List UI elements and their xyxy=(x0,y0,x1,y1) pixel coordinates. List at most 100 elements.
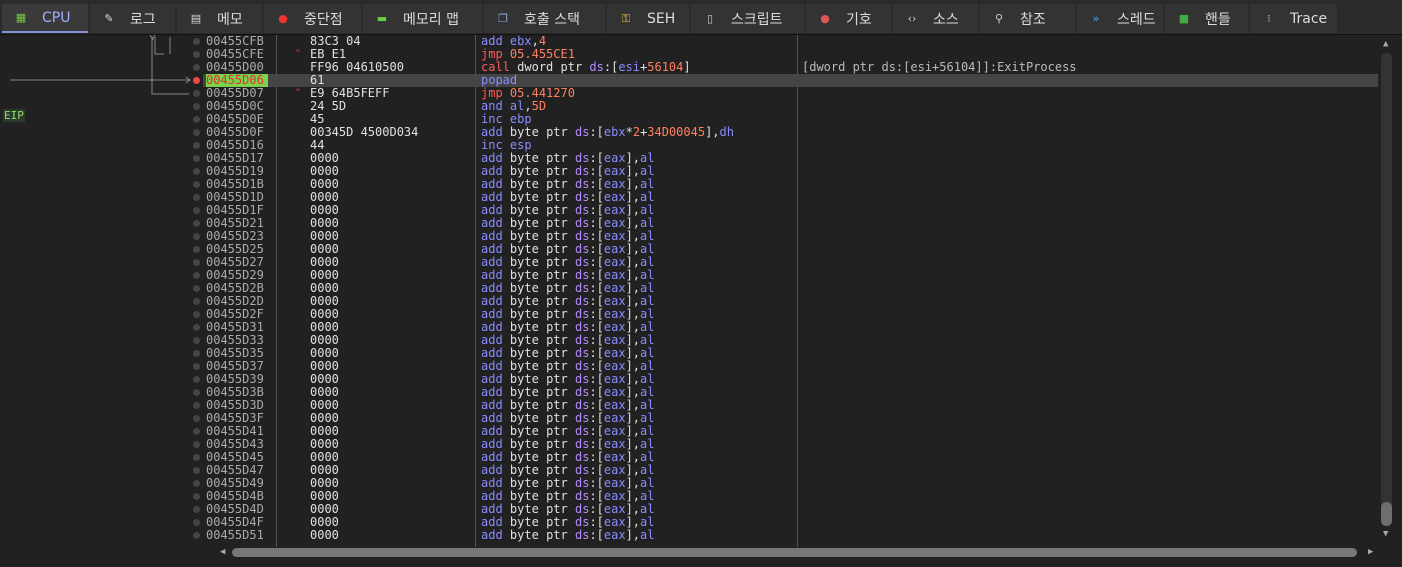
disassembly-row[interactable]: 00455D23 0000 add byte ptr ds:[eax],al xyxy=(203,230,1378,243)
horizontal-scrollbar[interactable]: ◀ ▶ xyxy=(220,547,1380,558)
tab-cpu[interactable]: ▦ CPU xyxy=(2,4,88,33)
breakpoint-toggle[interactable] xyxy=(193,181,200,188)
tab-notes[interactable]: ▤ 메모 xyxy=(177,4,262,33)
disassembly-row[interactable]: 00455D1B 0000 add byte ptr ds:[eax],al xyxy=(203,178,1378,191)
breakpoint-toggle[interactable] xyxy=(193,51,200,58)
tab-call-stack[interactable]: ❐ 호출 스택 xyxy=(484,4,605,33)
disassembly-row[interactable]: 00455D0F 00345D 4500D034 add byte ptr ds:[… xyxy=(203,126,1378,139)
disassembly-row[interactable]: 00455D31 0000 add byte ptr ds:[eax],al xyxy=(203,321,1378,334)
disassembly-row[interactable]: 00455D16 44 inc esp xyxy=(203,139,1378,152)
breakpoint-toggle[interactable] xyxy=(193,155,200,162)
disassembly-row[interactable]: 00455D07 E9 64B5FEFF jmp 05.441270 ^ xyxy=(203,87,1378,100)
breakpoint-toggle[interactable] xyxy=(193,220,200,227)
breakpoint-toggle[interactable] xyxy=(193,506,200,513)
disassembly-row[interactable]: 00455D19 0000 add byte ptr ds:[eax],al xyxy=(203,165,1378,178)
tab-memory-map[interactable]: ▬ 메모리 맵 xyxy=(363,4,482,33)
breakpoint-toggle[interactable] xyxy=(193,259,200,266)
disassembly-row[interactable]: 00455D2D 0000 add byte ptr ds:[eax],al xyxy=(203,295,1378,308)
vertical-scrollbar[interactable]: ▲ ▼ xyxy=(1380,37,1394,542)
disassembly-row[interactable]: 00455D2F 0000 add byte ptr ds:[eax],al xyxy=(203,308,1378,321)
disassembly-row[interactable]: 00455D00 FF96 04610500 call dword ptr ds:[… xyxy=(203,61,1378,74)
breakpoint-toggle[interactable] xyxy=(193,103,200,110)
disassembly-view[interactable]: 00455CFB 83C3 04 add ebx,4 00455CFE EB E1 jmp… xyxy=(203,35,1378,547)
breakpoint-toggle[interactable] xyxy=(193,428,200,435)
disassembly-row[interactable]: 00455D41 0000 add byte ptr ds:[eax],al xyxy=(203,425,1378,438)
breakpoint-toggle[interactable] xyxy=(193,77,200,84)
breakpoint-toggle[interactable] xyxy=(193,350,200,357)
breakpoint-toggle[interactable] xyxy=(193,337,200,344)
breakpoint-toggle[interactable] xyxy=(193,298,200,305)
horizontal-scroll-thumb[interactable] xyxy=(232,548,1357,557)
breakpoint-toggle[interactable] xyxy=(193,90,200,97)
breakpoint-toggle[interactable] xyxy=(193,441,200,448)
breakpoint-toggle[interactable] xyxy=(193,38,200,45)
disassembly-row[interactable]: 00455D39 0000 add byte ptr ds:[eax],al xyxy=(203,373,1378,386)
breakpoint-toggle[interactable] xyxy=(193,116,200,123)
disassembly-row[interactable]: 00455D29 0000 add byte ptr ds:[eax],al xyxy=(203,269,1378,282)
breakpoint-toggle[interactable] xyxy=(193,207,200,214)
disassembly-row[interactable]: 00455CFB 83C3 04 add ebx,4 xyxy=(203,35,1378,48)
disassembly-row[interactable]: 00455D47 0000 add byte ptr ds:[eax],al xyxy=(203,464,1378,477)
breakpoint-toggle[interactable] xyxy=(193,311,200,318)
disassembly-row[interactable]: 00455D1D 0000 add byte ptr ds:[eax],al xyxy=(203,191,1378,204)
tab-handles[interactable]: ■ 핸들 xyxy=(1165,4,1248,33)
breakpoint-toggle[interactable] xyxy=(193,272,200,279)
breakpoint-toggle[interactable] xyxy=(193,402,200,409)
breakpoint-toggle[interactable] xyxy=(193,415,200,422)
breakpoint-toggle[interactable] xyxy=(193,168,200,175)
disassembly-row[interactable]: 00455D3B 0000 add byte ptr ds:[eax],al xyxy=(203,386,1378,399)
breakpoint-toggle[interactable] xyxy=(193,194,200,201)
disassembly-row[interactable]: 00455D45 0000 add byte ptr ds:[eax],al xyxy=(203,451,1378,464)
tab-seh[interactable]: ⚿ SEH xyxy=(607,4,689,33)
disassembly-row[interactable]: 00455D4D 0000 add byte ptr ds:[eax],al xyxy=(203,503,1378,516)
disassembly-row[interactable]: 00455D4B 0000 add byte ptr ds:[eax],al xyxy=(203,490,1378,503)
tab-source[interactable]: ‹› 소스 xyxy=(893,4,978,33)
breakpoint-toggle[interactable] xyxy=(193,233,200,240)
disassembly-row[interactable]: 00455D2B 0000 add byte ptr ds:[eax],al xyxy=(203,282,1378,295)
disassembly-row[interactable]: 00455D33 0000 add byte ptr ds:[eax],al xyxy=(203,334,1378,347)
breakpoint-toggle[interactable] xyxy=(193,129,200,136)
references-icon: ⚲ xyxy=(994,11,1004,25)
disassembly-row[interactable]: 00455D35 0000 add byte ptr ds:[eax],al xyxy=(203,347,1378,360)
disassembly-row[interactable]: 00455D27 0000 add byte ptr ds:[eax],al xyxy=(203,256,1378,269)
tab-log[interactable]: ✎ 로그 xyxy=(90,4,175,33)
disassembly-row[interactable]: 00455D1F 0000 add byte ptr ds:[eax],al xyxy=(203,204,1378,217)
vertical-scroll-thumb[interactable] xyxy=(1381,502,1392,526)
breakpoint-toggle[interactable] xyxy=(193,376,200,383)
tab-references[interactable]: ⚲ 참조 xyxy=(980,4,1075,33)
breakpoint-toggle[interactable] xyxy=(193,64,200,71)
disassembly-row[interactable]: 00455D49 0000 add byte ptr ds:[eax],al xyxy=(203,477,1378,490)
disassembly-row[interactable]: 00455D21 0000 add byte ptr ds:[eax],al xyxy=(203,217,1378,230)
jump-up-icon: ^ xyxy=(295,88,301,98)
jump-up-icon: ^ xyxy=(295,49,301,59)
disassembly-row[interactable]: 00455D17 0000 add byte ptr ds:[eax],al xyxy=(203,152,1378,165)
instruction: add byte ptr ds:[eax],al xyxy=(481,528,655,542)
tab-breakpoint[interactable]: ● 중단점 xyxy=(264,4,361,33)
tab-symbols[interactable]: ● 기호 xyxy=(806,4,891,33)
breakpoint-toggle[interactable] xyxy=(193,389,200,396)
disassembly-row[interactable]: 00455D3D 0000 add byte ptr ds:[eax],al xyxy=(203,399,1378,412)
breakpoint-toggle[interactable] xyxy=(193,285,200,292)
breakpoint-toggle[interactable] xyxy=(193,519,200,526)
tab-label: 메모 xyxy=(217,11,243,28)
breakpoint-toggle[interactable] xyxy=(193,454,200,461)
breakpoint-toggle[interactable] xyxy=(193,480,200,487)
breakpoint-toggle[interactable] xyxy=(193,467,200,474)
breakpoint-icon: ● xyxy=(278,11,288,25)
breakpoint-toggle[interactable] xyxy=(193,532,200,539)
disassembly-row[interactable]: 00455D37 0000 add byte ptr ds:[eax],al xyxy=(203,360,1378,373)
breakpoint-toggle[interactable] xyxy=(193,363,200,370)
tab-trace[interactable]: ⁝ Trace xyxy=(1250,4,1337,33)
breakpoint-toggle[interactable] xyxy=(193,142,200,149)
disassembly-row[interactable]: 00455D25 0000 add byte ptr ds:[eax],al xyxy=(203,243,1378,256)
breakpoint-toggle[interactable] xyxy=(193,324,200,331)
disassembly-row[interactable]: 00455D4F 0000 add byte ptr ds:[eax],al xyxy=(203,516,1378,529)
disassembly-row[interactable]: 00455D51 0000 add byte ptr ds:[eax],al xyxy=(203,529,1378,542)
disassembly-row[interactable]: 00455D3F 0000 add byte ptr ds:[eax],al xyxy=(203,412,1378,425)
tab-threads[interactable]: » 스레드 xyxy=(1077,4,1163,33)
disassembly-row[interactable]: 00455D0C 24 5D and al,5D xyxy=(203,100,1378,113)
breakpoint-toggle[interactable] xyxy=(193,246,200,253)
tab-script[interactable]: ▯ 스크립트 xyxy=(691,4,804,33)
breakpoint-toggle[interactable] xyxy=(193,493,200,500)
disassembly-row[interactable]: 00455D43 0000 add byte ptr ds:[eax],al xyxy=(203,438,1378,451)
